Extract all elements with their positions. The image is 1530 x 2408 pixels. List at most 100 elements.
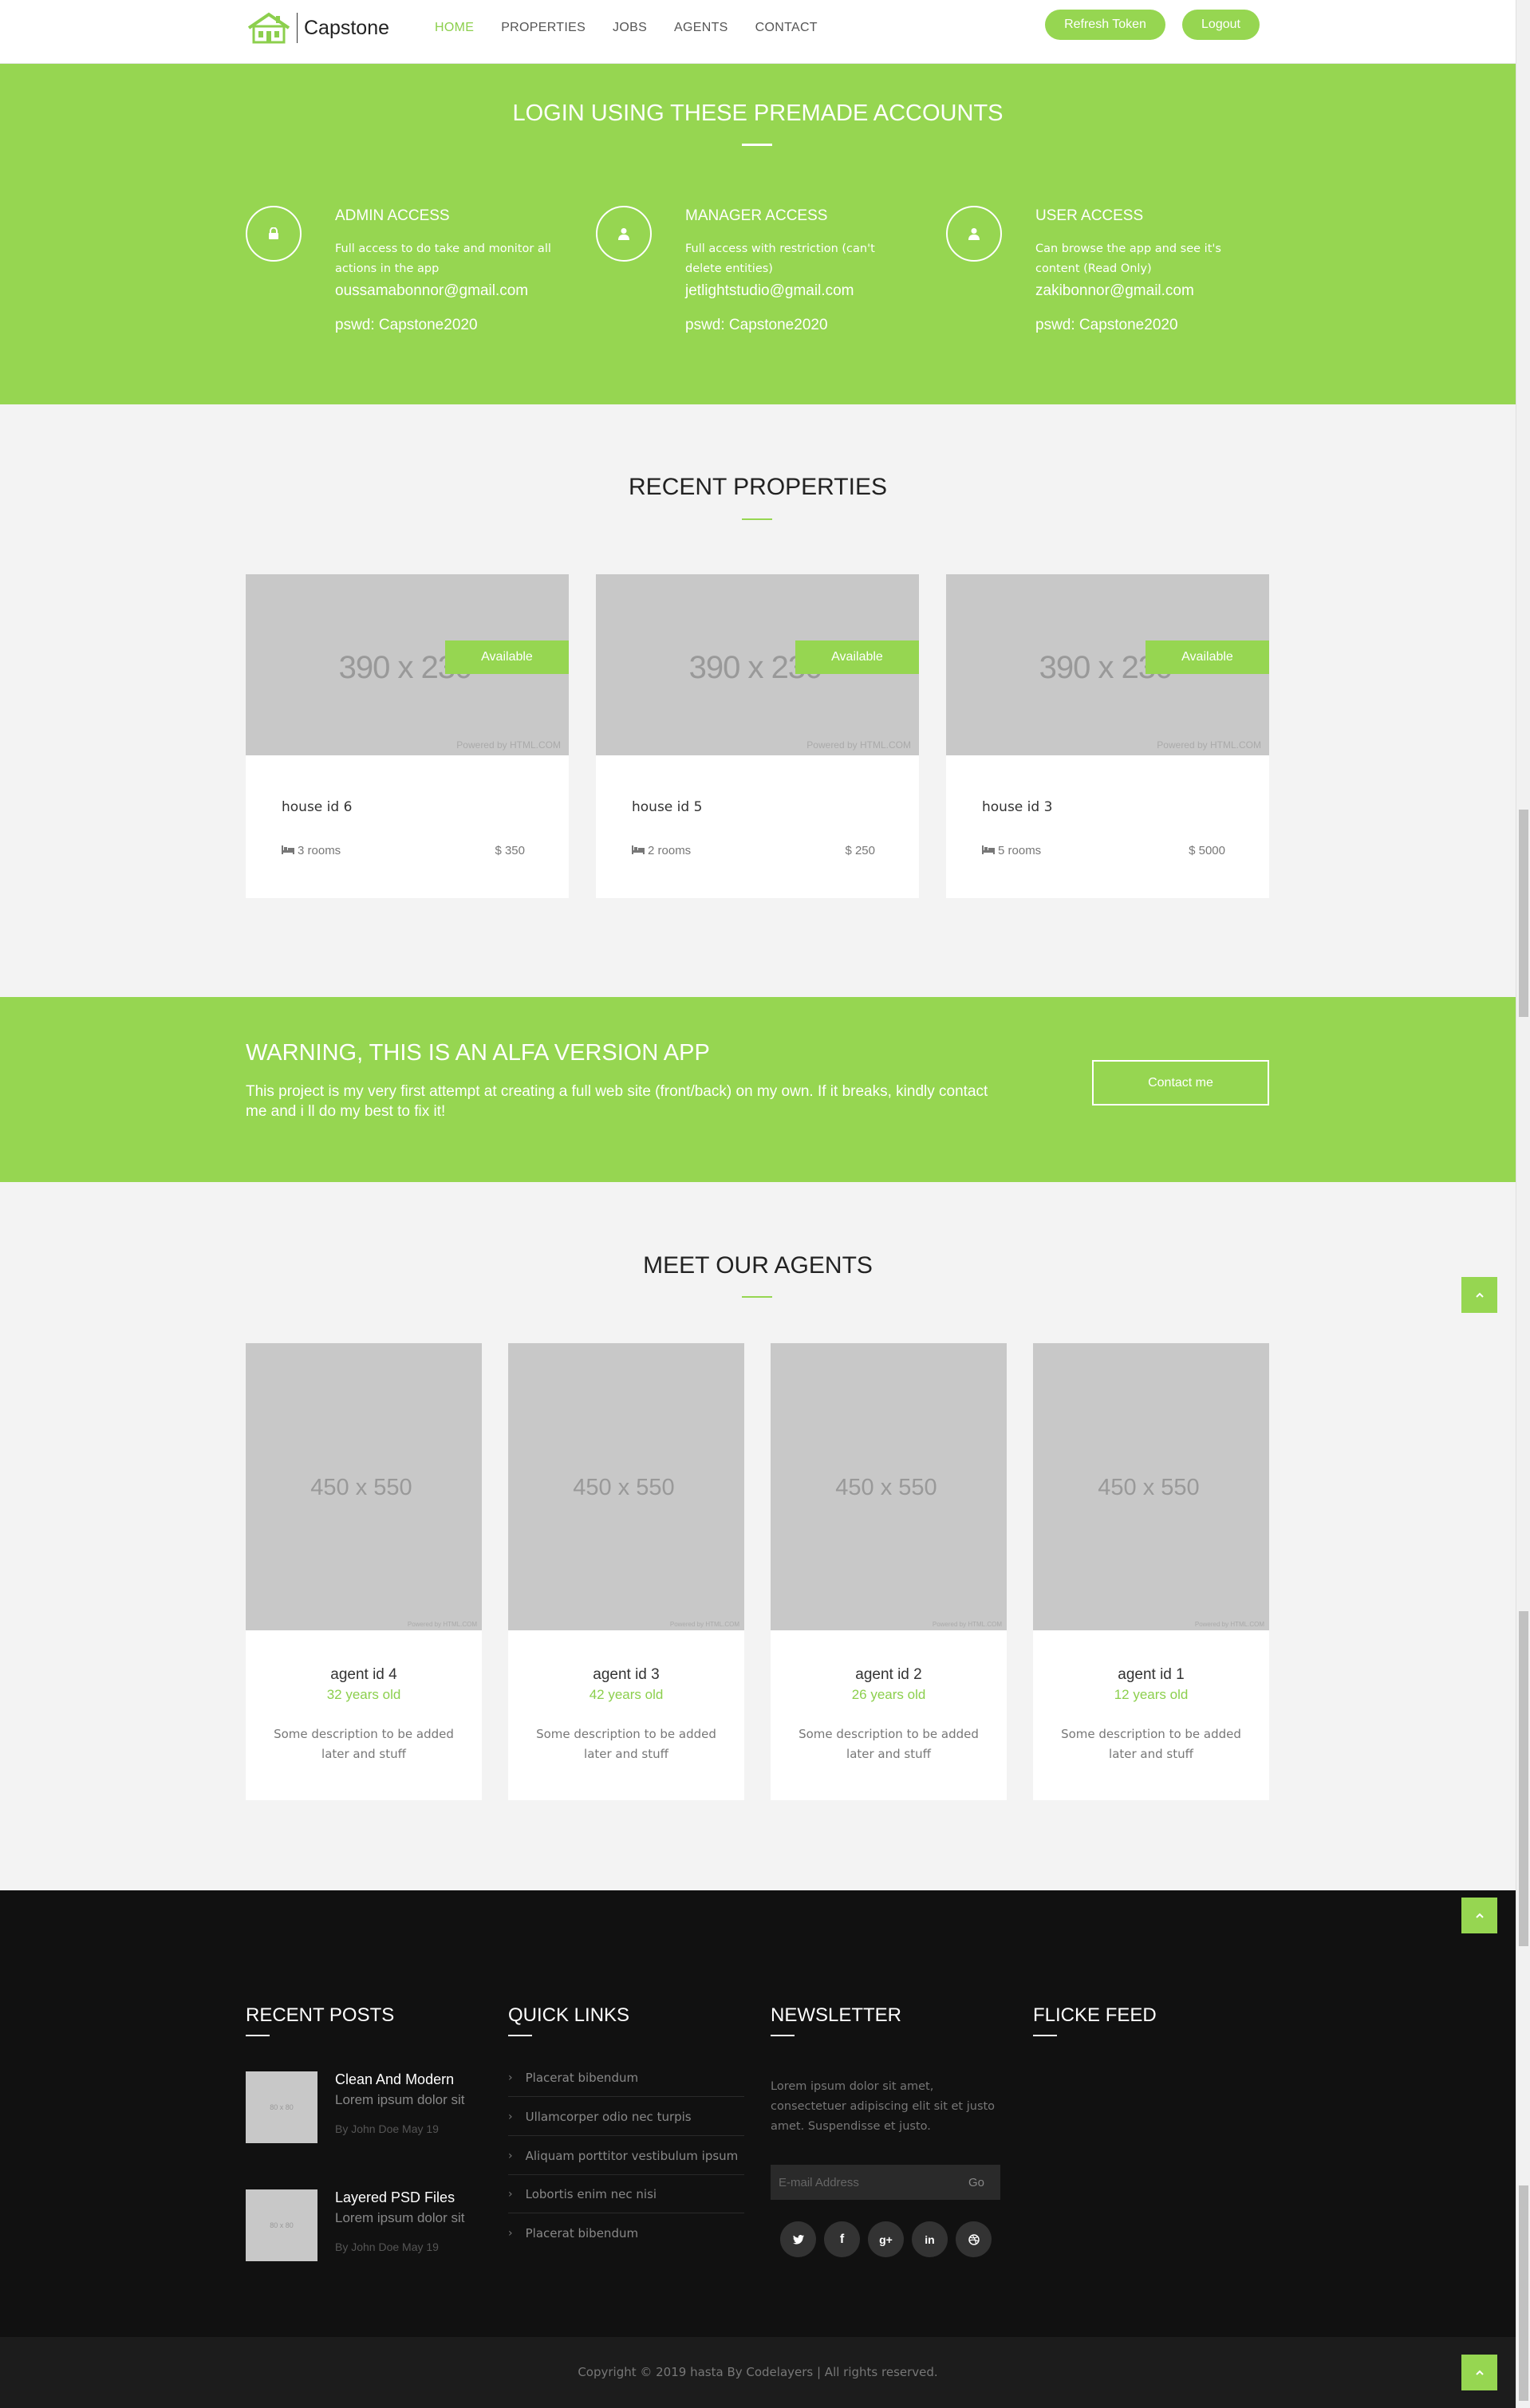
agent-age: 12 years old	[1114, 1687, 1189, 1702]
status-badge: Available	[1146, 640, 1269, 674]
post-snippet: Lorem ipsum dolor sit	[335, 2092, 465, 2107]
contact-me-button[interactable]: Contact me	[1092, 1060, 1269, 1105]
property-image: 390 x 230 Powered by HTML.COM Available	[596, 574, 919, 755]
rooms-text: 2 rooms	[648, 844, 692, 857]
image-credit: Powered by HTML.COM	[1157, 739, 1261, 751]
warning-title: WARNING, THIS IS AN ALFA VERSION APP	[246, 1040, 710, 1066]
image-placeholder-text: 450 x 550	[1098, 1475, 1200, 1500]
newsletter-column: NEWSLETTER Lorem ipsum dolor sit amet, c…	[771, 2004, 1010, 2257]
quick-link[interactable]: › Ullamcorper odio nec turpis	[508, 2098, 744, 2136]
image-credit: Powered by HTML.COM	[1194, 1621, 1264, 1628]
agent-photo: 450 x 550 Powered by HTML.COM	[1033, 1343, 1269, 1630]
warning-text: This project is my very first attempt at…	[246, 1083, 988, 1120]
scroll-to-top-button[interactable]	[1461, 2355, 1497, 2390]
property-price: $ 250	[845, 844, 875, 857]
email-placeholder: E-mail Address	[779, 2175, 859, 2189]
agent-name[interactable]: agent id 4	[246, 1666, 482, 1684]
quick-link[interactable]: › Placerat bibendum	[508, 2214, 744, 2252]
property-rooms: 5 rooms	[982, 844, 1041, 857]
property-card[interactable]: 390 x 230 Powered by HTML.COM Available …	[246, 574, 569, 898]
account-title: USER ACCESS	[1035, 207, 1144, 224]
property-name[interactable]: house id 5	[632, 799, 702, 815]
quick-link[interactable]: › Lobortis enim nec nisi	[508, 2175, 744, 2213]
recent-posts-title: RECENT POSTS	[246, 2004, 395, 2026]
refresh-token-button[interactable]: Refresh Token	[1045, 10, 1165, 40]
scrollbar-thumb[interactable]	[1519, 2185, 1528, 2401]
top-navbar: Capstone HOME PROPERTIES JOBS AGENTS CON…	[0, 0, 1516, 64]
agent-description: Some description to be added later and s…	[1061, 1727, 1241, 1761]
recent-post[interactable]: 80 x 80 Clean And Modern Lorem ipsum dol…	[246, 2071, 485, 2151]
menu-jobs[interactable]: JOBS	[613, 21, 647, 35]
quick-link-label: Ullamcorper odio nec turpis	[525, 2109, 692, 2124]
scroll-to-top-button[interactable]	[1461, 1277, 1497, 1313]
newsletter-email-input[interactable]: E-mail Address Go	[771, 2165, 1000, 2200]
image-placeholder-text: 450 x 550	[835, 1475, 937, 1500]
agent-card[interactable]: 450 x 550 Powered by HTML.COM agent id 2…	[771, 1343, 1007, 1800]
chevron-right-icon: ›	[508, 2110, 513, 2123]
logout-button[interactable]: Logout	[1182, 10, 1260, 40]
property-price: $ 5000	[1189, 844, 1225, 857]
account-password: pswd: Capstone2020	[685, 317, 828, 333]
chevron-right-icon: ›	[508, 2149, 513, 2162]
agent-description: Some description to be added later and s…	[536, 1727, 716, 1761]
property-rooms: 2 rooms	[632, 844, 691, 857]
chevron-up-icon	[1475, 1292, 1484, 1298]
rooms-text: 5 rooms	[998, 844, 1042, 857]
scroll-to-top-button[interactable]	[1461, 1898, 1497, 1933]
chevron-up-icon	[1475, 2370, 1484, 2375]
quick-link[interactable]: › Aliquam porttitor vestibulum ipsum	[508, 2137, 744, 2175]
property-card[interactable]: 390 x 230 Powered by HTML.COM Available …	[596, 574, 919, 898]
scrollbar-thumb[interactable]	[1519, 810, 1528, 1017]
property-card[interactable]: 390 x 230 Powered by HTML.COM Available …	[946, 574, 1269, 898]
agent-card[interactable]: 450 x 550 Powered by HTML.COM agent id 3…	[508, 1343, 744, 1800]
logo[interactable]: Capstone	[246, 11, 389, 45]
menu-home[interactable]: HOME	[435, 21, 474, 35]
google-plus-icon[interactable]: g+	[868, 2221, 904, 2257]
user-account: USER ACCESS Can browse the app and see i…	[946, 206, 1281, 365]
recent-post[interactable]: 80 x 80 Layered PSD Files Lorem ipsum do…	[246, 2189, 485, 2269]
post-title[interactable]: Layered PSD Files	[335, 2189, 455, 2206]
newsletter-go-button[interactable]: Go	[968, 2176, 984, 2189]
agent-name[interactable]: agent id 1	[1033, 1666, 1269, 1684]
agent-name[interactable]: agent id 2	[771, 1666, 1007, 1684]
agent-description: Some description to be added later and s…	[274, 1727, 454, 1761]
quick-link[interactable]: › Placerat bibendum	[508, 2059, 744, 2097]
dribbble-icon[interactable]	[956, 2221, 992, 2257]
menu-agents[interactable]: AGENTS	[674, 21, 728, 35]
image-credit: Powered by HTML.COM	[407, 1621, 477, 1628]
agent-card[interactable]: 450 x 550 Powered by HTML.COM agent id 4…	[246, 1343, 482, 1800]
account-email: jetlightstudio@gmail.com	[685, 282, 854, 299]
newsletter-title: NEWSLETTER	[771, 2004, 902, 2026]
facebook-icon[interactable]: f	[824, 2221, 860, 2257]
account-email: oussamabonnor@gmail.com	[335, 282, 529, 299]
copyright-bar: Copyright © 2019 hasta By Codelayers | A…	[0, 2337, 1516, 2408]
quick-link-label: Lobortis enim nec nisi	[525, 2186, 657, 2201]
image-placeholder-text: 450 x 550	[573, 1475, 675, 1500]
property-name[interactable]: house id 6	[282, 799, 352, 815]
copyright-text: Copyright © 2019 hasta By Codelayers | A…	[578, 2365, 938, 2379]
twitter-icon[interactable]	[780, 2221, 816, 2257]
post-title[interactable]: Clean And Modern	[335, 2071, 454, 2088]
account-description: Can browse the app and see it's content …	[1035, 242, 1221, 275]
agent-name[interactable]: agent id 3	[508, 1666, 744, 1684]
linkedin-icon[interactable]: in	[912, 2221, 948, 2257]
title-divider	[742, 1296, 772, 1298]
post-snippet: Lorem ipsum dolor sit	[335, 2210, 465, 2225]
warning-banner: WARNING, THIS IS AN ALFA VERSION APP Thi…	[0, 997, 1516, 1182]
account-title: MANAGER ACCESS	[685, 207, 828, 224]
menu-properties[interactable]: PROPERTIES	[501, 21, 586, 35]
chevron-right-icon: ›	[508, 2187, 513, 2201]
scrollbar-thumb[interactable]	[1519, 1611, 1528, 1946]
agent-age: 32 years old	[326, 1687, 401, 1702]
account-email: zakibonnor@gmail.com	[1035, 282, 1194, 299]
main-menu: HOME PROPERTIES JOBS AGENTS CONTACT	[435, 21, 845, 35]
lock-icon	[246, 206, 302, 262]
login-section-title: LOGIN USING THESE PREMADE ACCOUNTS	[512, 100, 1004, 126]
house-logo-icon	[247, 12, 290, 44]
account-password: pswd: Capstone2020	[335, 317, 478, 333]
property-name[interactable]: house id 3	[982, 799, 1052, 815]
footer: RECENT POSTS 80 x 80 Clean And Modern Lo…	[0, 1890, 1516, 2337]
menu-contact[interactable]: CONTACT	[755, 21, 818, 35]
page-scrollbar[interactable]	[1516, 0, 1530, 2408]
agent-card[interactable]: 450 x 550 Powered by HTML.COM agent id 1…	[1033, 1343, 1269, 1800]
